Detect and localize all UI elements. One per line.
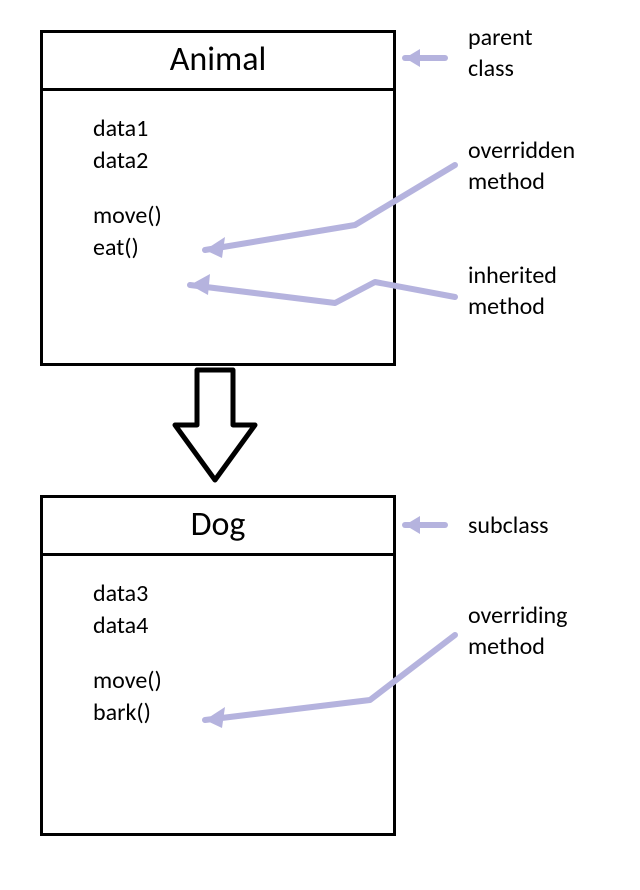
inherited-label-l1: inherited: [468, 261, 557, 290]
subclass-arrow-icon: [405, 516, 445, 534]
child-class-box: Dog data3 data4 move() bark(): [40, 495, 396, 836]
subclass-label: subclass: [468, 510, 549, 541]
parent-class-label-l1: parent: [468, 23, 533, 52]
inheritance-arrow-icon: [175, 370, 255, 480]
child-class-body: data3 data4 move() bark(): [43, 556, 393, 740]
parent-class-box: Animal data1 data2 move() eat(): [40, 30, 396, 366]
parent-class-label: parent class: [468, 22, 533, 84]
overriding-label-l1: overriding: [468, 601, 567, 630]
child-method-move: move(): [93, 665, 383, 697]
inherited-label-l2: method: [468, 292, 545, 321]
overridden-label: overridden method: [468, 135, 575, 197]
parent-data2: data2: [93, 145, 383, 177]
child-method-bark: bark(): [93, 697, 383, 729]
parent-method-move: move(): [93, 200, 383, 232]
parent-class-title: Animal: [43, 33, 393, 91]
parent-data1: data1: [93, 113, 383, 145]
overridden-label-l1: overridden: [468, 136, 575, 165]
inherited-label: inherited method: [468, 260, 557, 322]
parent-class-body: data1 data2 move() eat(): [43, 91, 393, 275]
overriding-label-l2: method: [468, 632, 545, 661]
parent-method-eat: eat(): [93, 232, 383, 264]
overriding-label: overriding method: [468, 600, 567, 662]
child-data4: data4: [93, 610, 383, 642]
parent-class-arrow-icon: [405, 49, 445, 67]
overridden-label-l2: method: [468, 167, 545, 196]
child-data3: data3: [93, 578, 383, 610]
parent-class-label-l2: class: [468, 54, 514, 83]
child-class-title: Dog: [43, 498, 393, 556]
